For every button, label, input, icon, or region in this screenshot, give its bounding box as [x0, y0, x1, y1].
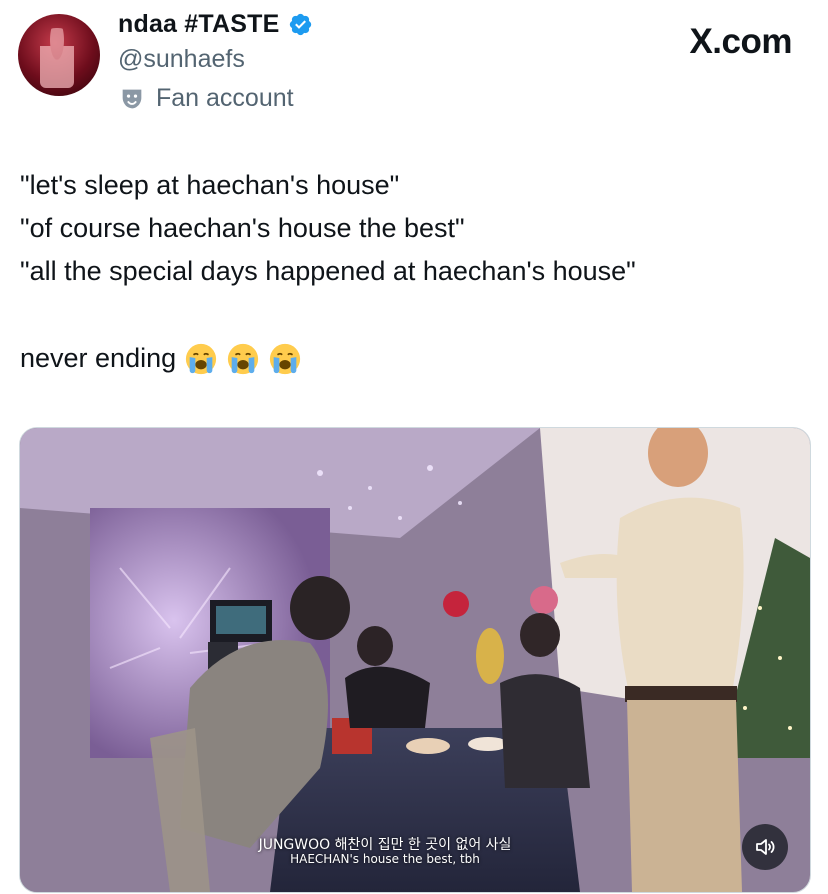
loudly-crying-face-icon — [270, 343, 301, 374]
tweet-line: never ending — [20, 343, 177, 373]
loudly-crying-face-icon — [228, 343, 259, 374]
sound-toggle-button[interactable] — [742, 824, 788, 870]
tweet-line: "let's sleep at haechan's house" — [20, 170, 400, 200]
verified-badge-icon — [289, 13, 311, 36]
account-label-text: Fan account — [156, 84, 294, 112]
user-handle[interactable]: @sunhaefs — [118, 45, 245, 74]
tweet-line: "of course haechan's house the best" — [20, 213, 465, 243]
tweet-last-line: never ending — [20, 337, 810, 380]
video-subtitle-english: HAECHAN's house the best, tbh — [290, 852, 480, 866]
video-frame — [20, 428, 810, 892]
avatar[interactable] — [18, 14, 100, 96]
display-name[interactable]: ndaa #TASTE — [118, 10, 280, 39]
avatar-figure — [40, 28, 74, 88]
speaker-icon — [756, 839, 775, 855]
name-row: ndaa #TASTE — [118, 10, 313, 39]
theater-mask-icon — [122, 89, 142, 108]
video-player[interactable]: JUNGWOO 해찬이 집만 한 곳이 없어 사실 HAECHAN's hous… — [19, 427, 811, 893]
account-label: Fan account — [118, 84, 294, 113]
video-subtitle-korean: JUNGWOO 해찬이 집만 한 곳이 없어 사실 — [258, 837, 512, 853]
tweet-text: "let's sleep at haechan's house" "of cou… — [20, 164, 810, 380]
brand-logo: X.com — [689, 22, 792, 61]
loudly-crying-face-icon — [186, 343, 217, 374]
tweet-line: "all the special days happened at haecha… — [20, 256, 636, 286]
